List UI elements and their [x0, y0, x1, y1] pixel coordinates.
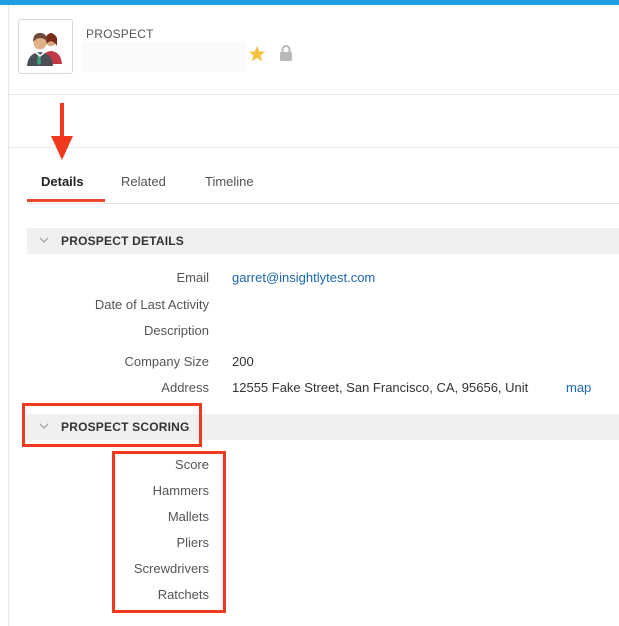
avatar[interactable] — [18, 19, 73, 74]
field-label-date-of-last-activity: Date of Last Activity — [94, 297, 209, 312]
record-name — [82, 42, 246, 72]
email-link[interactable]: garret@insightlytest.com — [232, 270, 375, 285]
field-label-company-size: Company Size — [124, 354, 209, 369]
annotation-arrow-head — [51, 136, 73, 160]
field-label-address: Address — [161, 380, 209, 395]
tab-related[interactable]: Related — [121, 174, 166, 189]
annotation-box-scoring-header — [22, 403, 202, 447]
lock-icon[interactable] — [279, 44, 293, 62]
field-value-address: 12555 Fake Street, San Francisco, CA, 95… — [232, 380, 529, 395]
top-accent-bar — [0, 0, 619, 5]
tab-details[interactable]: Details — [41, 174, 84, 189]
star-icon[interactable] — [248, 45, 266, 63]
left-border — [8, 5, 9, 626]
annotation-box-scoring-fields — [112, 451, 226, 613]
tabs-divider — [27, 203, 619, 204]
record-type-label: PROSPECT — [86, 27, 154, 41]
field-value-company-size: 200 — [232, 354, 254, 369]
field-label-description: Description — [143, 323, 209, 338]
map-link[interactable]: map — [566, 380, 591, 395]
section-title: PROSPECT DETAILS — [61, 234, 184, 248]
prospect-details-header[interactable]: PROSPECT DETAILS — [27, 228, 619, 254]
header-divider — [8, 94, 619, 95]
tab-timeline[interactable]: Timeline — [205, 174, 254, 189]
active-tab-underline — [27, 199, 105, 202]
field-label-email: Email — [176, 270, 209, 285]
chevron-down-icon — [39, 237, 49, 244]
contact-avatar-icon — [27, 33, 62, 66]
subheader-divider — [8, 147, 619, 148]
